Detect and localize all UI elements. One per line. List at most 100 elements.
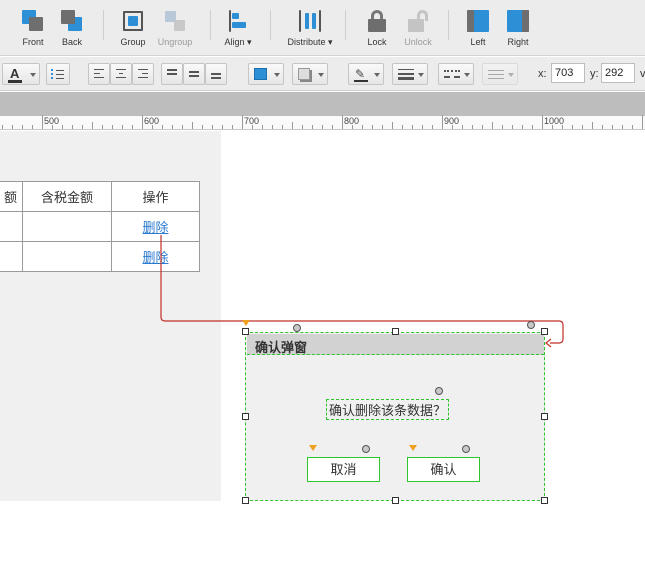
align-left-button[interactable]: [88, 63, 110, 85]
ruler-tick: [162, 125, 163, 129]
ruler-tick: [202, 125, 203, 129]
resize-handle[interactable]: [541, 413, 548, 420]
text-color-dropdown[interactable]: A: [2, 63, 40, 85]
cancel-button[interactable]: 取消: [307, 457, 380, 482]
ruler-tick: [452, 125, 453, 129]
line-weight-dropdown[interactable]: [392, 63, 428, 85]
dialog-message: 确认删除该条数据？: [326, 399, 450, 420]
ruler-tick: [502, 125, 503, 129]
x-label: x:: [538, 68, 547, 80]
ungroup-button[interactable]: Ungroup: [147, 8, 203, 52]
ruler-tick: [562, 125, 563, 129]
right-button[interactable]: Right: [490, 8, 546, 52]
ruler-tick: [272, 125, 273, 129]
unlock-button[interactable]: Unlock: [390, 8, 446, 52]
shadow-dropdown[interactable]: [292, 63, 328, 85]
align-button[interactable]: Align ▾: [210, 8, 266, 52]
ruler-tick: [512, 125, 513, 129]
design-canvas[interactable]: 额 含税金额 操作 删除 删除 确认弹窗 确认删除该条数据？ 取消 确认: [0, 131, 645, 574]
ruler-tick: [142, 115, 143, 129]
ruler-tick: [432, 125, 433, 129]
chevron-down-icon: [318, 73, 324, 77]
event-marker-icon: [309, 445, 317, 451]
ruler-tick: [52, 125, 53, 129]
ruler-tick: [592, 122, 593, 129]
valign-bottom-button[interactable]: [205, 63, 227, 85]
distribute-label: Distribute ▾: [287, 37, 333, 47]
align-icon: [227, 10, 249, 32]
resize-handle[interactable]: [392, 328, 399, 335]
ruler-tick: [642, 115, 643, 129]
interaction-dot[interactable]: [462, 445, 470, 453]
main-toolbar: Front Back Group Ungroup Align ▾ Distrib…: [0, 0, 645, 56]
ruler-tick: [182, 125, 183, 129]
ruler-tick: [492, 122, 493, 129]
bullet-list-button[interactable]: [46, 63, 70, 85]
ruler-tick: [262, 125, 263, 129]
chevron-down-icon: [374, 73, 380, 77]
ungroup-label: Ungroup: [157, 37, 193, 47]
ruler-tick: [422, 125, 423, 129]
format-toolbar: A ✎ x: 703 y: 292 v: [0, 57, 645, 91]
y-coordinate-input[interactable]: [601, 63, 635, 83]
interaction-dot[interactable]: [435, 387, 443, 395]
text-color-icon: A: [10, 66, 20, 81]
unlock-label: Unlock: [404, 37, 432, 47]
chevron-down-icon: [418, 73, 424, 77]
ruler-tick: [462, 125, 463, 129]
ruler-tick: [232, 125, 233, 129]
align-center-button[interactable]: [110, 63, 132, 85]
group-icon: [122, 10, 144, 32]
interaction-dot[interactable]: [362, 445, 370, 453]
ruler-tick: [252, 125, 253, 129]
dialog-title: 确认弹窗: [247, 334, 544, 355]
resize-handle[interactable]: [392, 497, 399, 504]
right-label: Right: [507, 37, 529, 47]
resize-handle[interactable]: [242, 497, 249, 504]
ruler-tick: [312, 125, 313, 129]
align-right-button[interactable]: [132, 63, 154, 85]
toolbar-divider: [345, 10, 346, 40]
back-button[interactable]: Back: [44, 8, 100, 52]
ruler-tick: [412, 125, 413, 129]
ruler-tick: [172, 125, 173, 129]
ruler-tick: [552, 125, 553, 129]
distribute-button[interactable]: Distribute ▾: [282, 8, 338, 52]
ruler-tick: [472, 125, 473, 129]
toolbar-divider: [103, 10, 104, 40]
horizontal-ruler: 500 600 700 800 900 1000: [0, 115, 645, 130]
x-coordinate-input[interactable]: [551, 63, 585, 83]
resize-handle[interactable]: [541, 497, 548, 504]
back-label: Back: [61, 37, 82, 47]
ruler-tick: [622, 125, 623, 129]
valign-middle-button[interactable]: [183, 63, 205, 85]
ruler-tick: [12, 125, 13, 129]
ruler-tick: [212, 125, 213, 129]
valign-top-button[interactable]: [161, 63, 183, 85]
arrow-style-dropdown[interactable]: [482, 63, 518, 85]
ungroup-icon: [164, 10, 186, 32]
ruler-tick: [92, 122, 93, 129]
ruler-tick: [582, 125, 583, 129]
y-label: y:: [590, 68, 599, 80]
fill-color-dropdown[interactable]: [248, 63, 284, 85]
distribute-icon: [299, 10, 321, 32]
line-style-dropdown[interactable]: [438, 63, 474, 85]
toolbar-divider: [448, 10, 449, 40]
ruler-tick: [362, 125, 363, 129]
ruler-tick: [32, 125, 33, 129]
line-color-dropdown[interactable]: ✎: [348, 63, 384, 85]
interaction-dot[interactable]: [527, 321, 535, 329]
confirm-button[interactable]: 确认: [407, 457, 480, 482]
pencil-icon: ✎: [355, 67, 366, 81]
resize-handle[interactable]: [242, 413, 249, 420]
ruler-tick: [82, 125, 83, 129]
ruler-tick: [192, 122, 193, 129]
interaction-dot[interactable]: [293, 324, 301, 332]
align-label: Align ▾: [224, 37, 252, 47]
confirm-dialog[interactable]: 确认弹窗 确认删除该条数据？ 取消 确认: [245, 332, 545, 501]
resize-handle[interactable]: [541, 328, 548, 335]
bring-front-icon: [22, 10, 44, 32]
resize-handle[interactable]: [242, 328, 249, 335]
send-back-icon: [61, 10, 83, 32]
